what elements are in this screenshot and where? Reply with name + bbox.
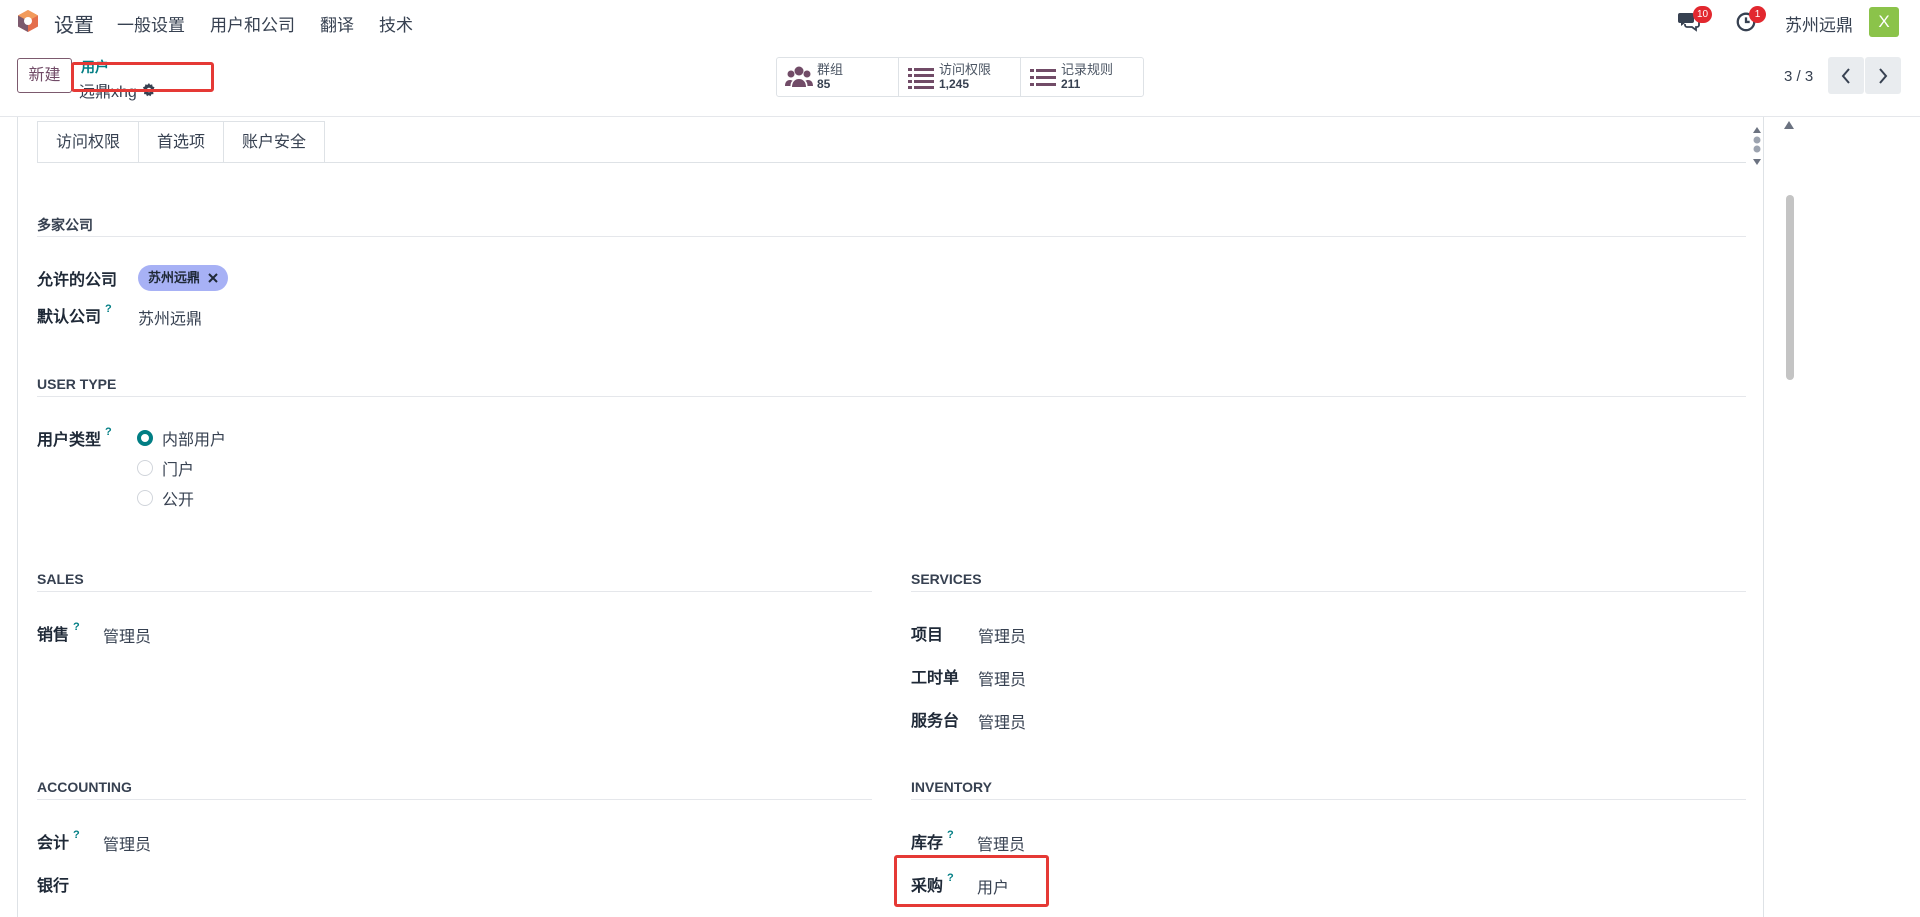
- help-icon[interactable]: ?: [105, 303, 112, 315]
- radio-button[interactable]: [137, 430, 153, 446]
- section-title-multi-company: 多家公司: [37, 217, 93, 233]
- activities-button[interactable]: 1: [1735, 0, 1771, 43]
- sales-text: 销售: [37, 627, 70, 644]
- activities-count-badge: 1: [1749, 6, 1766, 23]
- radio-button[interactable]: [137, 460, 153, 476]
- section-title-user-type: USER TYPE: [37, 376, 117, 392]
- pager-value[interactable]: 3 / 3: [1784, 68, 1813, 85]
- list-icon: [1030, 69, 1056, 86]
- record-name-highlight: [71, 62, 214, 92]
- app-name[interactable]: 设置: [54, 9, 94, 38]
- messages-count-badge: 10: [1693, 6, 1713, 23]
- form-sheet: 访问权限 首选项 账户安全 多家公司 允许的公司 苏州远鼎 默认公司? 苏州远鼎…: [17, 117, 1764, 917]
- timesheet-label: 工时单: [911, 670, 960, 687]
- main-menu: 一般设置 用户和公司 翻译 技术: [117, 11, 438, 36]
- tab-access-rights[interactable]: 访问权限: [37, 121, 140, 162]
- accounting-value[interactable]: 管理员: [103, 831, 151, 855]
- section-title-sales: SALES: [37, 571, 84, 587]
- pager-previous-button[interactable]: [1828, 57, 1864, 94]
- stat-label: 记录规则: [1061, 62, 1114, 77]
- default-company-label: 默认公司?: [37, 303, 112, 327]
- section-title-inventory: INVENTORY: [911, 779, 992, 795]
- pager-next-button[interactable]: [1865, 57, 1901, 94]
- tab-preferences[interactable]: 首选项: [138, 121, 225, 162]
- new-button[interactable]: 新建: [17, 58, 72, 93]
- section-title-services: SERVICES: [911, 571, 982, 587]
- users-icon: [785, 66, 813, 87]
- record-rules-stat-button[interactable]: 记录规则 211: [1021, 58, 1143, 96]
- tab-account-security[interactable]: 账户安全: [223, 121, 326, 162]
- help-icon[interactable]: ?: [73, 829, 80, 841]
- inventory-label: 库存?: [911, 829, 954, 853]
- access-rights-stat-button[interactable]: 访问权限 1,245: [899, 58, 1021, 96]
- bank-label: 银行: [37, 878, 70, 895]
- top-navbar: 设置 一般设置 用户和公司 翻译 技术 10 1 苏州远鼎 X: [0, 0, 1920, 43]
- tabs-divider: [37, 162, 1746, 163]
- project-value[interactable]: 管理员: [978, 623, 1026, 647]
- help-icon[interactable]: ?: [947, 829, 954, 841]
- stat-label: 群组: [817, 62, 844, 77]
- radio-button[interactable]: [137, 490, 153, 506]
- user-avatar[interactable]: X: [1869, 7, 1899, 37]
- radio-label: 内部用户: [162, 432, 227, 449]
- company-switcher[interactable]: 苏州远鼎: [1785, 11, 1853, 36]
- menu-translations[interactable]: 翻译: [320, 11, 354, 36]
- section-divider: [911, 799, 1746, 800]
- help-icon[interactable]: ?: [105, 426, 112, 438]
- allowed-companies-label: 允许的公司: [37, 272, 118, 289]
- groups-stat-button[interactable]: 群组 85: [777, 58, 899, 96]
- section-divider: [37, 396, 1746, 397]
- section-title-accounting: ACCOUNTING: [37, 779, 132, 795]
- menu-technical[interactable]: 技术: [379, 11, 413, 36]
- sales-value[interactable]: 管理员: [103, 623, 151, 647]
- helpdesk-label: 服务台: [911, 713, 960, 730]
- radio-internal-user[interactable]: 内部用户: [137, 426, 226, 450]
- stat-value: 211: [1061, 77, 1081, 91]
- accounting-text: 会计: [37, 835, 70, 852]
- user-type-label: 用户类型?: [37, 426, 112, 450]
- default-company-value[interactable]: 苏州远鼎: [138, 305, 202, 329]
- stat-label: 访问权限: [939, 62, 992, 77]
- timesheet-value[interactable]: 管理员: [978, 666, 1026, 690]
- help-icon[interactable]: ?: [73, 621, 80, 633]
- stat-value: 1,245: [939, 77, 970, 91]
- section-divider: [37, 799, 872, 800]
- purchase-highlight: [894, 855, 1049, 907]
- menu-users-companies[interactable]: 用户和公司: [210, 11, 295, 36]
- company-tag-label: 苏州远鼎: [148, 270, 201, 285]
- scroll-up-icon[interactable]: [1784, 121, 1794, 129]
- section-divider: [37, 236, 1746, 237]
- smart-buttons: 群组 85 访问权限 1,245 记录规则 211: [776, 57, 1144, 97]
- default-company-text: 默认公司: [37, 309, 102, 326]
- accounting-label: 会计?: [37, 829, 80, 853]
- helpdesk-value[interactable]: 管理员: [978, 709, 1026, 733]
- user-type-text: 用户类型: [37, 432, 102, 449]
- chevron-left-icon: [1841, 67, 1850, 84]
- inventory-text: 库存: [911, 835, 944, 852]
- radio-portal[interactable]: 门户: [137, 456, 194, 480]
- sales-label: 销售?: [37, 621, 80, 645]
- app-logo-icon[interactable]: [16, 9, 40, 33]
- chevron-right-icon: [1879, 67, 1888, 84]
- company-tag[interactable]: 苏州远鼎: [138, 265, 229, 291]
- close-icon[interactable]: [208, 273, 218, 283]
- section-divider: [911, 591, 1746, 592]
- section-divider: [37, 591, 872, 592]
- stat-value: 85: [817, 77, 831, 91]
- notebook-tabs: 访问权限 首选项 账户安全: [37, 121, 326, 162]
- inventory-value[interactable]: 管理员: [977, 831, 1025, 855]
- radio-label: 公开: [162, 492, 195, 509]
- scrollbar-thumb[interactable]: [1786, 195, 1794, 380]
- control-panel: 新建 用户 远鼎xhg 群组 85 访问权限 1,245 记录规则 211 3 …: [0, 43, 1920, 117]
- project-label: 项目: [911, 627, 944, 644]
- radio-public[interactable]: 公开: [137, 486, 194, 510]
- list-icon: [908, 68, 934, 89]
- radio-label: 门户: [162, 462, 195, 479]
- menu-general-settings[interactable]: 一般设置: [117, 11, 185, 36]
- tab-scroll-icon[interactable]: [1750, 125, 1764, 167]
- messages-button[interactable]: 10: [1677, 0, 1717, 43]
